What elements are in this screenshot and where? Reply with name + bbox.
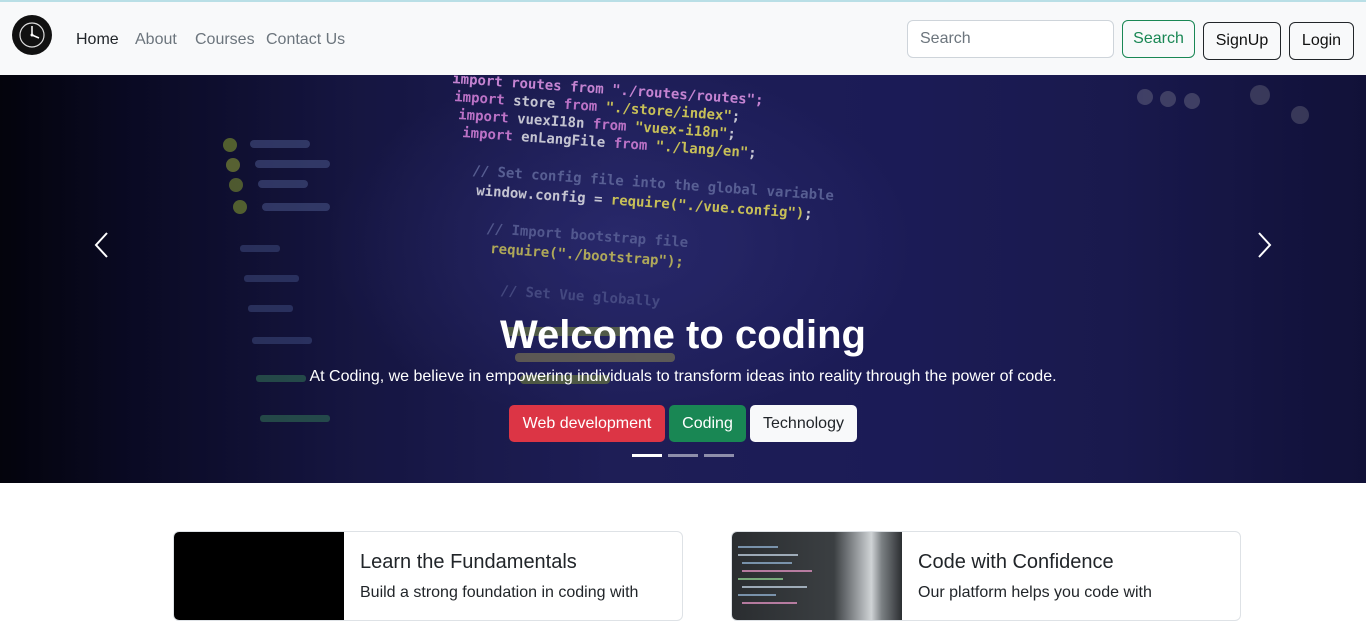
feature-card-confidence: Code with Confidence Our platform helps …	[731, 531, 1241, 621]
carousel-indicator-1[interactable]	[632, 454, 662, 457]
search-button[interactable]: Search	[1122, 20, 1195, 58]
card-title: Code with Confidence	[918, 551, 1114, 573]
card-image	[732, 532, 902, 620]
nav-link-contact-us[interactable]: Contact Us	[266, 30, 345, 50]
tag-web-development: Web development	[509, 405, 665, 442]
carousel-indicator-3[interactable]	[704, 454, 734, 457]
card-image	[174, 532, 344, 620]
signup-button[interactable]: SignUp	[1203, 22, 1281, 60]
search-input[interactable]	[907, 20, 1114, 58]
clock-logo-icon[interactable]	[12, 15, 52, 55]
feature-card-fundamentals: Learn the Fundamentals Build a strong fo…	[173, 531, 683, 621]
tag-coding: Coding	[669, 405, 746, 442]
chevron-right-icon[interactable]	[1244, 225, 1284, 265]
card-text: Build a strong foundation in coding with	[360, 584, 639, 601]
navbar: Home About Courses Contact Us Search Sig…	[0, 2, 1366, 75]
hero-subtitle: At Coding, we believe in empowering indi…	[309, 368, 1057, 385]
tag-technology: Technology	[750, 405, 857, 442]
hero-title: Welcome to coding	[500, 313, 866, 357]
nav-link-courses[interactable]: Courses	[195, 30, 255, 50]
login-button[interactable]: Login	[1289, 22, 1354, 60]
card-text: Our platform helps you code with	[918, 584, 1152, 601]
hero-carousel: import routes from "./routes/routes"; im…	[0, 75, 1366, 483]
nav-link-about[interactable]: About	[135, 30, 177, 50]
chevron-left-icon[interactable]	[82, 225, 122, 265]
nav-link-home[interactable]: Home	[76, 30, 119, 50]
carousel-indicator-2[interactable]	[668, 454, 698, 457]
card-title: Learn the Fundamentals	[360, 551, 577, 573]
